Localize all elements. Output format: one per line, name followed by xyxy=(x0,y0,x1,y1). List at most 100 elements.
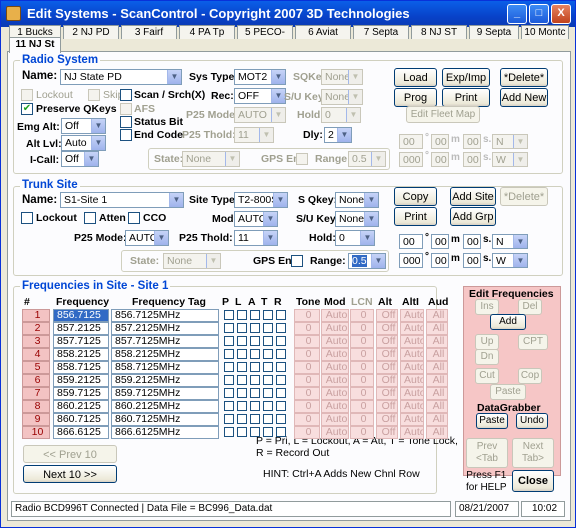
flag-r-checkbox[interactable] xyxy=(276,414,286,424)
alt-cell[interactable]: Off xyxy=(376,400,398,413)
next-10-button[interactable]: Next 10 >> xyxy=(23,465,117,483)
site-hold-select[interactable]: 0 ▼ xyxy=(335,230,375,246)
mod-select[interactable]: AUTO ▼ xyxy=(234,211,278,227)
flag-a-checkbox[interactable] xyxy=(250,388,260,398)
flag-l-checkbox[interactable] xyxy=(237,375,247,385)
sqkey-select[interactable]: None ▼ xyxy=(321,69,363,85)
cpt-button[interactable]: CPT xyxy=(518,334,548,350)
alti-cell[interactable]: Auto xyxy=(400,322,424,335)
flag-p-checkbox[interactable] xyxy=(224,427,234,437)
load-button[interactable]: Load xyxy=(394,68,437,87)
frequency-cell[interactable]: 859.7125 xyxy=(53,387,109,400)
flag-r-checkbox[interactable] xyxy=(276,336,286,346)
dg-undo-button[interactable]: Undo xyxy=(516,413,548,429)
frequency-tag-cell[interactable]: 856.7125MHz xyxy=(111,309,219,322)
alti-cell[interactable]: Auto xyxy=(400,374,424,387)
site-lon-sec[interactable]: 00 xyxy=(463,253,481,268)
skip-checkbox[interactable] xyxy=(88,89,100,101)
frequency-tag-cell[interactable]: 859.2125MHz xyxy=(111,374,219,387)
paste-row-button[interactable]: Paste xyxy=(490,384,526,400)
tab-11-selected[interactable]: 11 NJ St xyxy=(9,37,61,53)
add-grp-button[interactable]: Add Grp xyxy=(450,207,496,226)
flag-t-checkbox[interactable] xyxy=(263,401,273,411)
alti-cell[interactable]: Auto xyxy=(400,348,424,361)
frequency-tag-cell[interactable]: 858.7125MHz xyxy=(111,361,219,374)
status-bit-checkbox[interactable] xyxy=(120,116,132,128)
radio-lat-dir[interactable]: N ▼ xyxy=(492,134,528,149)
ins-button[interactable]: Ins xyxy=(475,299,499,315)
edit-fleet-map-button[interactable]: Edit Fleet Map xyxy=(406,106,480,123)
site-sqkey-select[interactable]: None ▼ xyxy=(335,192,379,208)
lcn-cell[interactable]: 0 xyxy=(350,374,374,387)
flag-a-checkbox[interactable] xyxy=(250,414,260,424)
row-number[interactable]: 2 xyxy=(22,322,50,335)
mod-cell[interactable]: Auto xyxy=(321,374,349,387)
flag-r-checkbox[interactable] xyxy=(276,388,286,398)
tab-7[interactable]: 7 Septa xyxy=(353,25,409,39)
radio-lat-deg[interactable]: 00 xyxy=(399,134,423,149)
frequency-tag-cell[interactable]: 866.6125MHz xyxy=(111,426,219,439)
flag-p-checkbox[interactable] xyxy=(224,349,234,359)
tone-cell[interactable]: 0 xyxy=(294,387,320,400)
flag-a-checkbox[interactable] xyxy=(250,427,260,437)
close-button[interactable]: Close xyxy=(512,470,554,492)
flag-t-checkbox[interactable] xyxy=(263,310,273,320)
radio-gps-checkbox[interactable] xyxy=(296,153,308,165)
tab-2[interactable]: 2 NJ PD xyxy=(63,25,119,39)
lcn-cell[interactable]: 0 xyxy=(350,400,374,413)
alt-cell[interactable]: Off xyxy=(376,387,398,400)
flag-t-checkbox[interactable] xyxy=(263,362,273,372)
alt-cell[interactable]: Off xyxy=(376,309,398,322)
frequency-cell[interactable]: 858.7125 xyxy=(53,361,109,374)
site-lockout-checkbox[interactable] xyxy=(21,212,33,224)
mod-cell[interactable]: Auto xyxy=(321,387,349,400)
row-number[interactable]: 9 xyxy=(22,413,50,426)
tab-3[interactable]: 3 Fairf xyxy=(121,25,177,39)
delete-system-button[interactable]: *Delete* xyxy=(500,68,548,87)
radio-lon-sec[interactable]: 00 xyxy=(463,152,481,167)
cut-button[interactable]: Cut xyxy=(475,368,499,384)
radio-name-select[interactable]: NJ State PD ▼ xyxy=(60,69,182,85)
frequency-tag-cell[interactable]: 858.2125MHz xyxy=(111,348,219,361)
site-lon-min[interactable]: 00 xyxy=(431,253,449,268)
tab-4[interactable]: 4 PA Tp xyxy=(179,25,235,39)
tab-5[interactable]: 5 PECO- xyxy=(237,25,293,39)
alti-cell[interactable]: Auto xyxy=(400,361,424,374)
flag-a-checkbox[interactable] xyxy=(250,323,260,333)
close-window-button[interactable]: X xyxy=(551,4,571,24)
add-row-button[interactable]: Add xyxy=(490,314,526,330)
aud-cell[interactable]: All xyxy=(426,361,448,374)
alt-cell[interactable]: Off xyxy=(376,374,398,387)
alti-cell[interactable]: Auto xyxy=(400,309,424,322)
tab-8[interactable]: 8 NJ ST xyxy=(411,25,467,39)
alt-cell[interactable]: Off xyxy=(376,426,398,439)
prog-button[interactable]: Prog xyxy=(394,88,437,107)
tab-9[interactable]: 9 Septa xyxy=(469,25,519,39)
next-tab-button[interactable]: Next Tab> xyxy=(512,438,554,468)
alt-cell[interactable]: Off xyxy=(376,361,398,374)
flag-l-checkbox[interactable] xyxy=(237,427,247,437)
delete-site-button[interactable]: *Delete* xyxy=(500,187,548,206)
row-number[interactable]: 4 xyxy=(22,348,50,361)
flag-t-checkbox[interactable] xyxy=(263,427,273,437)
alti-cell[interactable]: Auto xyxy=(400,426,424,439)
tone-cell[interactable]: 0 xyxy=(294,348,320,361)
flag-l-checkbox[interactable] xyxy=(237,349,247,359)
flag-r-checkbox[interactable] xyxy=(276,362,286,372)
flag-p-checkbox[interactable] xyxy=(224,401,234,411)
frequency-cell[interactable]: 856.7125 xyxy=(53,309,109,322)
frequency-cell[interactable]: 857.7125 xyxy=(53,335,109,348)
site-lat-min[interactable]: 00 xyxy=(431,234,449,249)
site-gps-checkbox[interactable] xyxy=(291,255,303,267)
up-button[interactable]: Up xyxy=(475,334,499,350)
flag-r-checkbox[interactable] xyxy=(276,349,286,359)
radio-print-button[interactable]: Print xyxy=(442,88,490,107)
lcn-cell[interactable]: 0 xyxy=(350,361,374,374)
row-number[interactable]: 7 xyxy=(22,387,50,400)
flag-l-checkbox[interactable] xyxy=(237,414,247,424)
flag-a-checkbox[interactable] xyxy=(250,375,260,385)
lcn-cell[interactable]: 0 xyxy=(350,309,374,322)
lcn-cell[interactable]: 0 xyxy=(350,348,374,361)
alti-cell[interactable]: Auto xyxy=(400,400,424,413)
mod-cell[interactable]: Auto xyxy=(321,309,349,322)
